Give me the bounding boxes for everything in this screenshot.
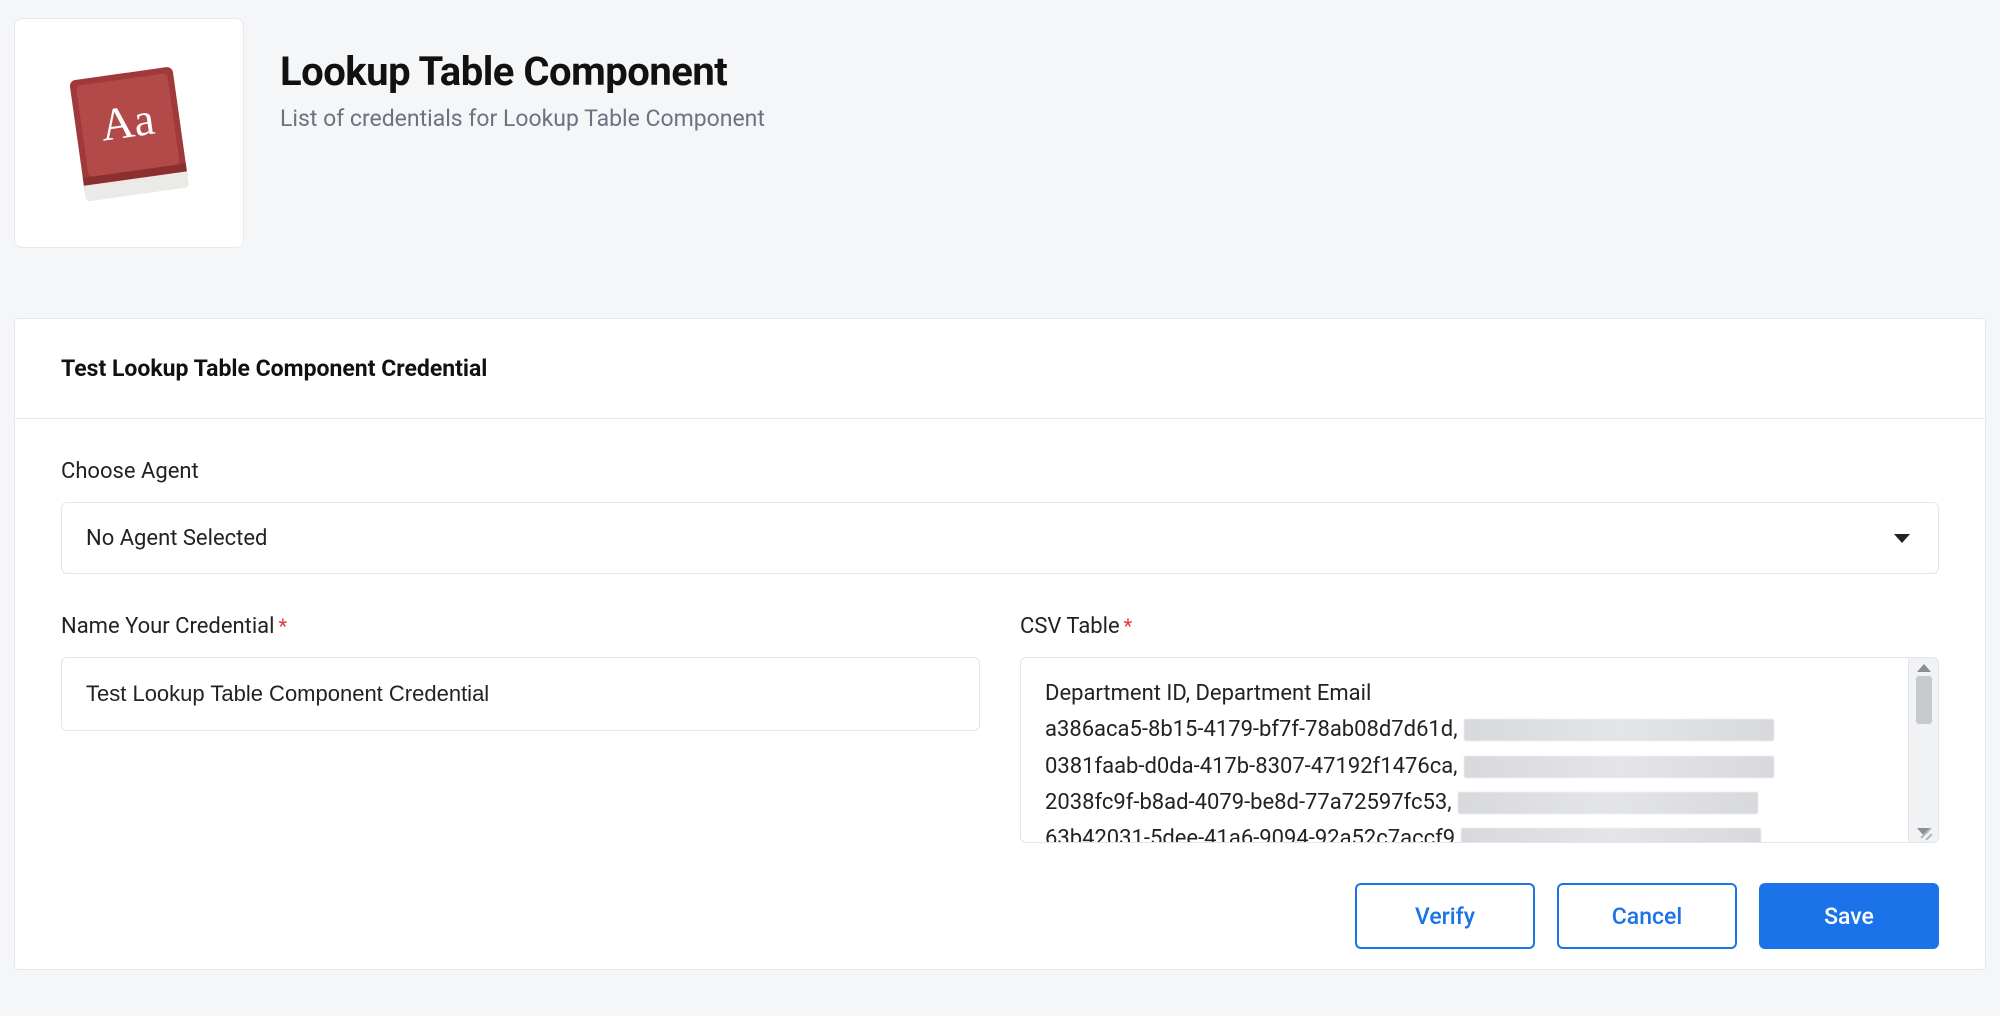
chevron-down-icon (1894, 534, 1910, 543)
csv-row: 2038fc9f-b8ad-4079-be8d-77a72597fc53, (1045, 785, 1898, 821)
form-columns: Name Your Credential* CSV Table* Departm… (61, 614, 1939, 843)
redacted-email (1464, 756, 1774, 778)
scroll-up-icon (1917, 664, 1931, 672)
verify-button[interactable]: Verify (1355, 883, 1535, 949)
redacted-email (1458, 792, 1758, 814)
redacted-email (1461, 828, 1761, 843)
csv-row-id: a386aca5-8b15-4179-bf7f-78ab08d7d61d, (1045, 712, 1458, 748)
csv-table-wrapper: Department ID, Department Email a386aca5… (1020, 657, 1939, 843)
csv-row-id: 63b42031-5dee-41a6-9094-92a52c7accf9 (1045, 821, 1455, 843)
scroll-down-icon (1917, 828, 1931, 836)
csv-row: 63b42031-5dee-41a6-9094-92a52c7accf9 (1045, 821, 1898, 843)
card-body: Choose Agent No Agent Selected Name Your… (15, 419, 1985, 969)
csv-table-label: CSV Table* (1020, 614, 1939, 639)
csv-row-id: 0381faab-d0da-417b-8307-47192f1476ca, (1045, 749, 1458, 785)
name-label-text: Name Your Credential (61, 614, 275, 639)
scroll-track (1909, 672, 1938, 828)
page-subtitle: List of credentials for Lookup Table Com… (280, 105, 765, 132)
credential-card: Test Lookup Table Component Credential C… (14, 318, 1986, 970)
required-star-icon: * (1124, 614, 1133, 638)
save-button[interactable]: Save (1759, 883, 1939, 949)
choose-agent-label: Choose Agent (61, 459, 1939, 484)
page-title: Lookup Table Component (280, 48, 765, 95)
card-title: Test Lookup Table Component Credential (15, 319, 1985, 419)
choose-agent-select[interactable]: No Agent Selected (61, 502, 1939, 574)
button-row: Verify Cancel Save (61, 883, 1939, 949)
dictionary-icon: Aa (49, 53, 209, 213)
csv-header-line: Department ID, Department Email (1045, 676, 1898, 712)
page-root: Aa Lookup Table Component List of creden… (0, 0, 2000, 970)
header-text-block: Lookup Table Component List of credentia… (280, 18, 765, 132)
csv-label-text: CSV Table (1020, 614, 1120, 639)
svg-text:Aa: Aa (97, 93, 157, 151)
page-header: Aa Lookup Table Component List of creden… (14, 18, 1986, 248)
csv-header-text: Department ID, Department Email (1045, 676, 1371, 712)
csv-row: 0381faab-d0da-417b-8307-47192f1476ca, (1045, 749, 1898, 785)
csv-row: a386aca5-8b15-4179-bf7f-78ab08d7d61d, (1045, 712, 1898, 748)
cancel-button[interactable]: Cancel (1557, 883, 1737, 949)
name-column: Name Your Credential* (61, 614, 980, 843)
csv-column: CSV Table* Department ID, Department Ema… (1020, 614, 1939, 843)
name-your-credential-label: Name Your Credential* (61, 614, 980, 639)
csv-scrollbar[interactable] (1908, 658, 1938, 842)
required-star-icon: * (279, 614, 288, 638)
scroll-thumb[interactable] (1916, 676, 1932, 724)
csv-table-textarea[interactable]: Department ID, Department Email a386aca5… (1020, 657, 1939, 843)
component-icon-card: Aa (14, 18, 244, 248)
choose-agent-selected-text: No Agent Selected (86, 526, 267, 551)
redacted-email (1464, 719, 1774, 741)
csv-row-id: 2038fc9f-b8ad-4079-be8d-77a72597fc53, (1045, 785, 1452, 821)
credential-name-input[interactable] (61, 657, 980, 731)
